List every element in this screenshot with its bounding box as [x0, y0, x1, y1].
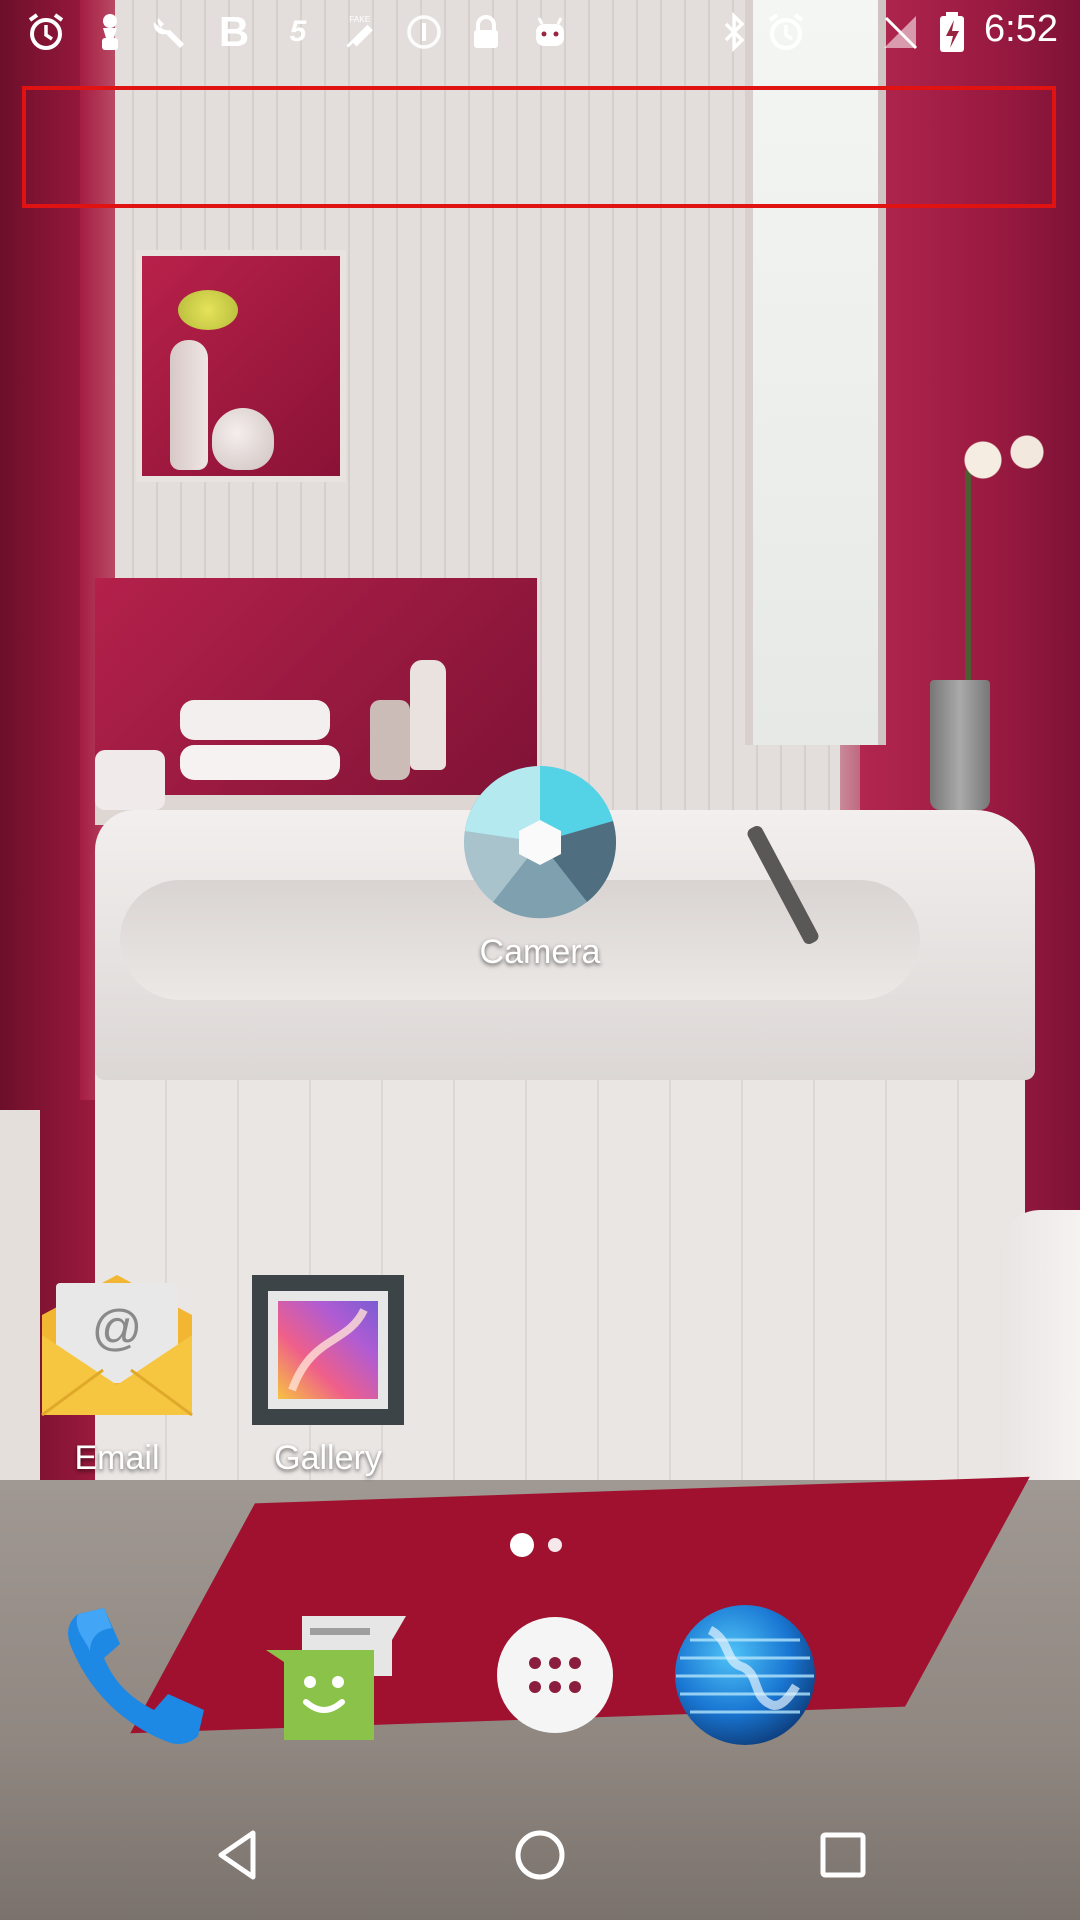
page-dot: [548, 1538, 562, 1552]
email-icon: @: [38, 1275, 196, 1425]
no-signal-icon: [880, 12, 920, 52]
clock[interactable]: 6:52: [984, 8, 1058, 51]
bold-b-icon: B: [218, 8, 250, 55]
page-dot-current: [510, 1533, 534, 1557]
home-icon: [515, 1830, 565, 1880]
camera-app[interactable]: Camera: [450, 765, 630, 972]
pin-icon: [90, 12, 130, 52]
gallery-app[interactable]: Gallery: [238, 1275, 418, 1478]
fake-gps-icon: FAKE: [342, 12, 382, 52]
number-5-icon: 5: [289, 15, 307, 48]
globe-icon: [675, 1605, 815, 1745]
back-button[interactable]: [192, 1810, 282, 1900]
phone-app[interactable]: [60, 1600, 210, 1750]
email-label: Email: [74, 1439, 160, 1477]
home-button[interactable]: [495, 1810, 585, 1900]
gallery-label: Gallery: [274, 1439, 382, 1477]
gallery-icon: [252, 1275, 404, 1425]
camera-label: Camera: [479, 933, 601, 971]
svg-text:FAKE: FAKE: [349, 15, 370, 24]
lock-icon: [466, 12, 506, 52]
all-apps-button[interactable]: [480, 1600, 630, 1750]
home-screen: B 5 FAKE 6:52 Camera @ Email Gallery: [0, 0, 1080, 1920]
phone-icon: [68, 1608, 204, 1744]
alarm-icon: [26, 12, 66, 52]
email-app[interactable]: @ Email: [27, 1275, 207, 1478]
battery-charging-icon: [932, 12, 972, 52]
recents-button[interactable]: [798, 1810, 888, 1900]
android-icon: [530, 12, 570, 52]
alarm-icon: [766, 12, 806, 52]
status-bar: B 5 FAKE 6:52: [0, 0, 1080, 64]
bluetooth-icon: [714, 12, 754, 52]
messaging-app[interactable]: [262, 1600, 412, 1750]
wrench-icon: [150, 12, 190, 52]
browser-app[interactable]: [670, 1600, 820, 1750]
messaging-icon: [266, 1616, 406, 1740]
app-drawer-icon: [497, 1617, 613, 1733]
info-circle-icon: [404, 12, 444, 52]
svg-text:@: @: [92, 1300, 143, 1356]
camera-icon: [463, 765, 617, 919]
navigation-bar: [0, 1790, 1080, 1920]
recents-icon: [820, 1832, 866, 1878]
back-icon: [218, 1830, 256, 1880]
highlight-box: [22, 86, 1056, 208]
page-indicator: [510, 1533, 570, 1559]
